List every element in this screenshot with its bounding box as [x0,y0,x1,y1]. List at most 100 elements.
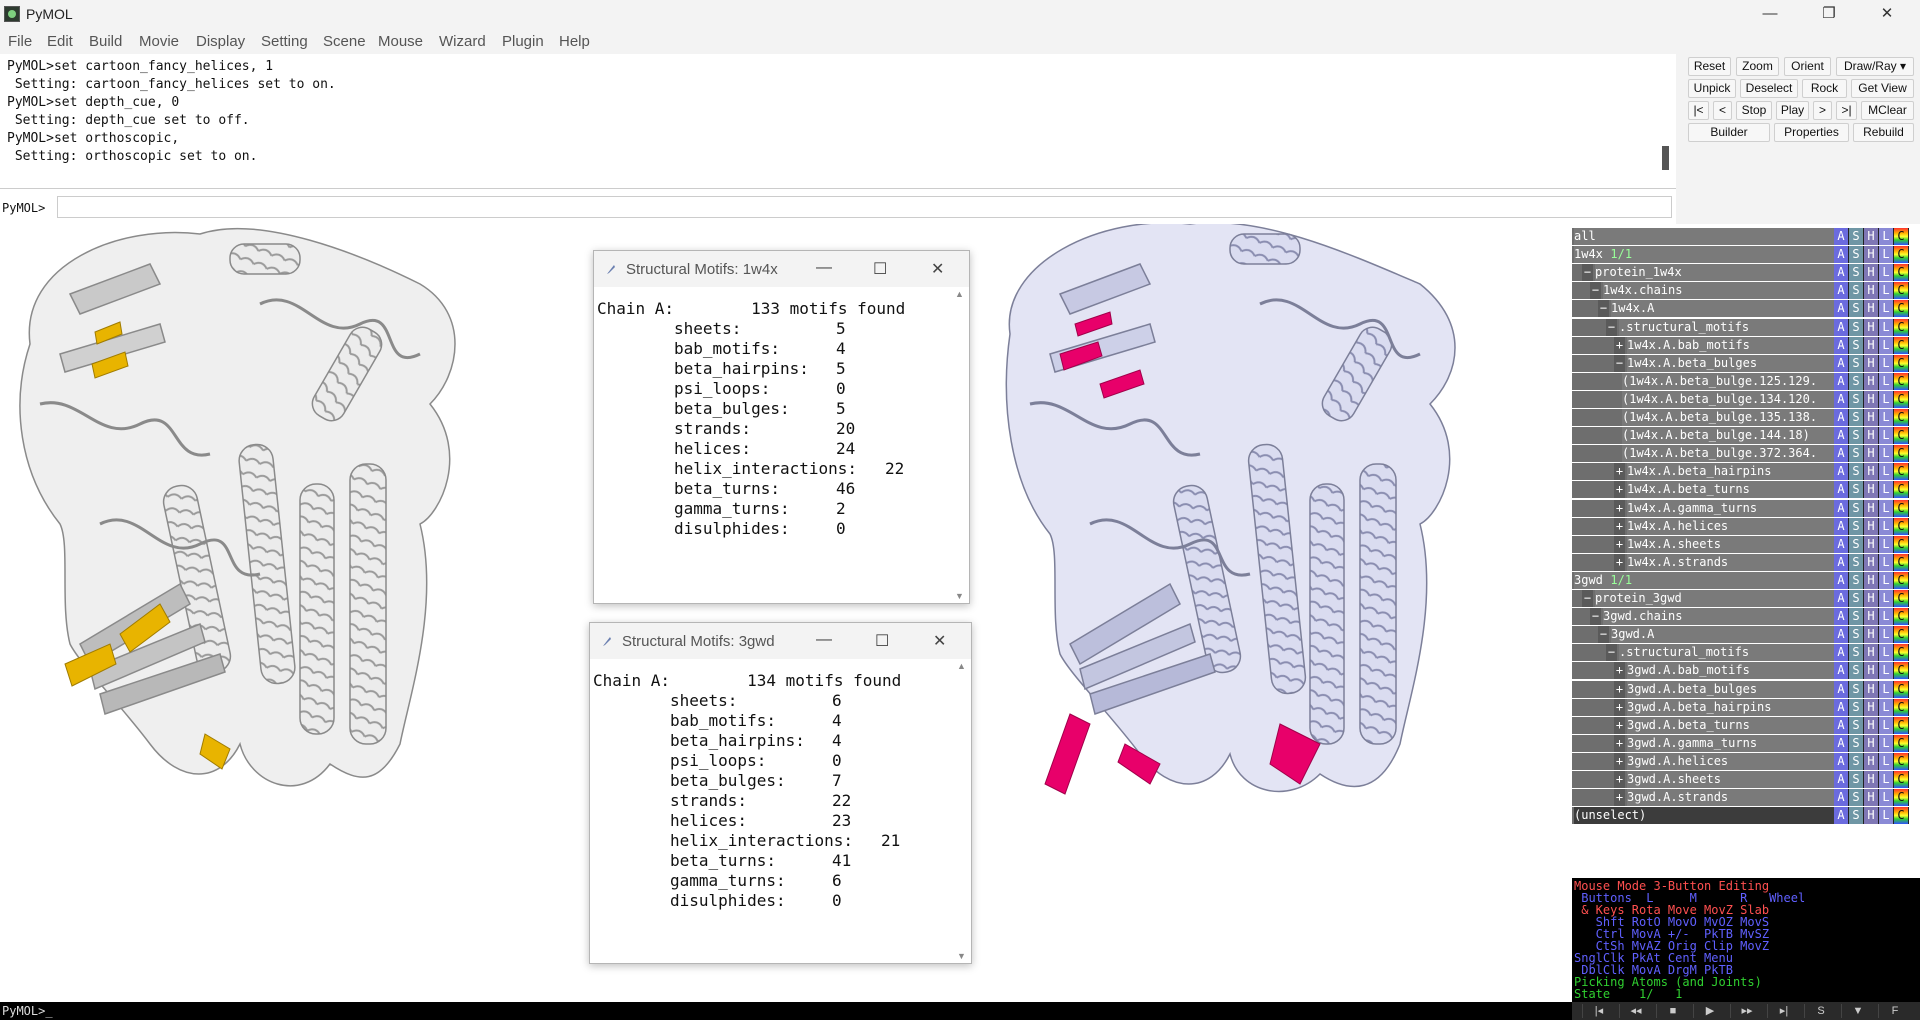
object-name-cell[interactable]: (1w4x.A.beta_bulge.135.138. [1572,409,1834,426]
show-menu-button[interactable]: S [1849,499,1864,517]
collapse-icon[interactable]: − [1590,282,1601,300]
hide-menu-button[interactable]: H [1864,571,1879,589]
color-menu-button[interactable]: C [1894,752,1909,770]
object-name-cell[interactable]: 1w4x 1/1 [1572,246,1834,264]
object-row[interactable]: (1w4x.A.beta_bulge.372.364. A S H L C [1572,445,1920,463]
show-menu-button[interactable]: S [1849,300,1864,318]
show-menu-button[interactable]: S [1849,771,1864,788]
color-menu-button[interactable]: C [1894,517,1909,535]
action-menu-button[interactable]: A [1834,571,1849,589]
label-menu-button[interactable]: L [1879,372,1894,390]
object-row[interactable]: +1w4x.A.helices A S H L C [1572,517,1920,535]
object-name-cell[interactable]: − .structural_motifs [1572,318,1834,336]
show-menu-button[interactable]: S [1849,662,1864,680]
label-menu-button[interactable]: L [1879,807,1894,825]
action-menu-button[interactable]: A [1834,499,1849,517]
expand-icon[interactable]: + [1614,662,1625,680]
hide-menu-button[interactable]: H [1864,680,1879,698]
action-menu-button[interactable]: A [1834,752,1849,770]
object-row[interactable]: +1w4x.A.strands A S H L C [1572,553,1920,571]
hide-menu-button[interactable]: H [1864,789,1879,807]
hide-menu-button[interactable]: H [1864,282,1879,300]
action-menu-button[interactable]: A [1834,427,1849,445]
label-menu-button[interactable]: L [1879,427,1894,445]
label-menu-button[interactable]: L [1879,390,1894,408]
hide-menu-button[interactable]: H [1864,300,1879,318]
color-menu-button[interactable]: C [1894,390,1909,408]
action-menu-button[interactable]: A [1834,517,1849,535]
show-menu-button[interactable]: S [1849,680,1864,698]
properties-button[interactable]: Properties [1774,123,1849,142]
label-menu-button[interactable]: L [1879,499,1894,517]
object-name-cell[interactable]: +1w4x.A.sheets [1572,535,1834,553]
show-menu-button[interactable]: S [1849,716,1864,734]
hide-menu-button[interactable]: H [1864,644,1879,662]
object-name-cell[interactable]: (1w4x.A.beta_bulge.134.120. [1572,390,1834,408]
dialog-maximize-icon[interactable]: ☐ [875,631,889,651]
hide-menu-button[interactable]: H [1864,716,1879,734]
label-menu-button[interactable]: L [1879,698,1894,716]
object-name-cell[interactable]: +3gwd.A.beta_turns [1572,716,1834,734]
dialog-minimize-icon[interactable]: — [816,631,832,649]
object-row[interactable]: +1w4x.A.gamma_turns A S H L C [1572,499,1920,517]
collapse-icon[interactable]: − [1590,608,1601,626]
action-menu-button[interactable]: A [1834,318,1849,336]
play-button[interactable]: Play [1776,101,1809,120]
expand-icon[interactable]: + [1614,553,1625,571]
collapse-icon[interactable]: − [1582,590,1593,607]
object-row[interactable]: − protein_1w4x A S H L C [1572,264,1920,282]
object-row[interactable]: +3gwd.A.beta_turns A S H L C [1572,716,1920,734]
object-name-cell[interactable]: −1w4x.A.beta_bulges [1572,354,1834,372]
expand-icon[interactable]: + [1614,336,1625,354]
object-name-cell[interactable]: +1w4x.A.helices [1572,517,1834,535]
action-menu-button[interactable]: A [1834,807,1849,825]
expand-icon[interactable]: + [1614,752,1625,770]
get-view-button[interactable]: Get View [1851,79,1914,98]
object-name-cell[interactable]: −3gwd.chains [1572,608,1834,626]
hide-menu-button[interactable]: H [1864,390,1879,408]
object-name-cell[interactable]: (1w4x.A.beta_bulge.125.129. [1572,372,1834,390]
show-menu-button[interactable]: S [1849,626,1864,644]
object-name-cell[interactable]: − protein_1w4x [1572,264,1834,282]
menu-file[interactable]: File [8,33,32,50]
action-menu-button[interactable]: A [1834,590,1849,607]
expand-icon[interactable]: + [1614,481,1625,499]
label-menu-button[interactable]: L [1879,445,1894,463]
hide-menu-button[interactable]: H [1864,463,1879,481]
prev-frame-icon[interactable]: ◂◂ [1619,1004,1652,1018]
object-row[interactable]: −1w4x.A.beta_bulges A S H L C [1572,354,1920,372]
action-menu-button[interactable]: A [1834,608,1849,626]
object-name-cell[interactable]: +1w4x.A.beta_turns [1572,481,1834,499]
dialog-title-bar[interactable]: Structural Motifs: 3gwd — ☐ ✕ [590,623,971,659]
color-menu-button[interactable]: C [1894,445,1909,463]
rock-button[interactable]: Rock [1802,79,1847,98]
hide-menu-button[interactable]: H [1864,626,1879,644]
object-row[interactable]: − .structural_motifs A S H L C [1572,644,1920,662]
color-menu-button[interactable]: C [1894,590,1909,607]
label-menu-button[interactable]: L [1879,644,1894,662]
hide-menu-button[interactable]: H [1864,264,1879,282]
object-row[interactable]: − .structural_motifs A S H L C [1572,318,1920,336]
color-menu-button[interactable]: C [1894,716,1909,734]
dialog-close-icon[interactable]: ✕ [933,631,946,651]
dialog-text-area[interactable]: Chain A: 133 motifs found sheets: bab_mo… [594,287,951,603]
scene-icon[interactable]: S [1804,1004,1837,1018]
next-frame-icon[interactable]: ▸▸ [1730,1004,1763,1018]
label-menu-button[interactable]: L [1879,517,1894,535]
label-menu-button[interactable]: L [1879,481,1894,499]
minimize-button[interactable]: — [1747,3,1793,25]
hide-menu-button[interactable]: H [1864,553,1879,571]
hide-menu-button[interactable]: H [1864,409,1879,426]
color-menu-button[interactable]: C [1894,228,1909,245]
object-row[interactable]: +3gwd.A.helices A S H L C [1572,752,1920,770]
object-row[interactable]: +3gwd.A.bab_motifs A S H L C [1572,662,1920,680]
label-menu-button[interactable]: L [1879,354,1894,372]
object-row[interactable]: +1w4x.A.beta_hairpins A S H L C [1572,463,1920,481]
hide-menu-button[interactable]: H [1864,372,1879,390]
object-row[interactable]: −3gwd.chains A S H L C [1572,608,1920,626]
step-back-button[interactable]: < [1713,101,1732,120]
draw-ray-button[interactable]: Draw/Ray ▾ [1836,57,1914,76]
action-menu-button[interactable]: A [1834,246,1849,264]
show-menu-button[interactable]: S [1849,228,1864,245]
object-name-cell[interactable]: +1w4x.A.beta_hairpins [1572,463,1834,481]
